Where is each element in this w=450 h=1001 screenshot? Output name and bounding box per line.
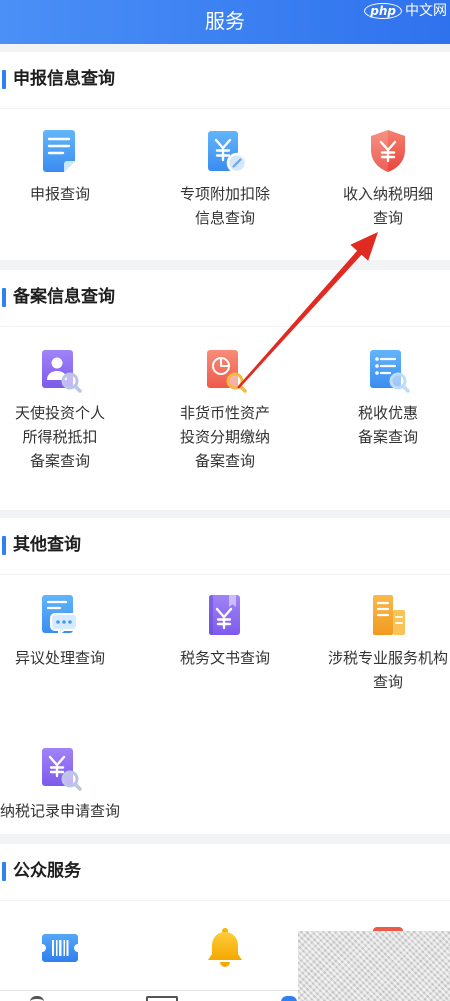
declaration-query-item[interactable]: 申报查询 (0, 128, 120, 206)
section-accent-bar (2, 70, 6, 89)
income-tax-shield-icon (365, 128, 411, 174)
item-label-line: 信息查询 (194, 209, 255, 227)
tax-record-application-query-item[interactable]: 纳税记录申请查询 (0, 745, 120, 823)
section-other-query: 其他查询 异议处理查询 税务文书查询 涉税专业服务机构 查询 纳税记录申请查询 (0, 518, 450, 834)
public-service-ticket-item[interactable] (0, 925, 120, 971)
tab-office-icon[interactable] (146, 996, 178, 1001)
tax-document-query-item[interactable]: 税务文书查询 (150, 592, 300, 670)
item-label-line: 投资分期缴纳 (179, 428, 270, 446)
item-label: 税收优惠 备案查询 (358, 401, 418, 449)
section-accent-bar (2, 862, 6, 881)
item-label: 税务文书查询 (180, 646, 270, 670)
item-label-line: 查询 (372, 673, 403, 691)
tax-preference-filing-item[interactable]: 税收优惠 备案查询 (326, 347, 450, 449)
section-divider (0, 900, 450, 901)
item-label-line: 备案查询 (357, 428, 418, 446)
yen-search-icon (37, 745, 83, 791)
section-divider (0, 108, 450, 109)
blurred-watermark-patch (298, 931, 450, 1001)
watermark-logo: php (364, 3, 402, 19)
income-tax-detail-query-item[interactable]: 收入纳税明细 查询 (326, 128, 450, 230)
public-service-notice-item[interactable] (150, 925, 300, 971)
item-label-line: 异议处理查询 (14, 649, 105, 667)
special-deduction-query-item[interactable]: 专项附加扣除 信息查询 (150, 128, 300, 230)
objection-handling-query-item[interactable]: 异议处理查询 (0, 592, 120, 670)
services-screen: 服务 php 中文网 申报信息查询 申报查询 专项附加扣除 信息查询 收入纳税明… (0, 0, 450, 1001)
ticket-barcode-icon (37, 925, 83, 971)
site-watermark: php 中文网 (364, 2, 447, 20)
bell-icon (202, 925, 248, 971)
tab-home-icon[interactable] (30, 996, 44, 1001)
item-label: 涉税专业服务机构 查询 (328, 646, 448, 694)
item-label-line: 备案查询 (194, 452, 255, 470)
item-label: 纳税记录申请查询 (0, 799, 120, 823)
angel-investment-filing-item[interactable]: 天使投资个人 所得税抵扣 备案查询 (0, 347, 120, 473)
item-label: 非货币性资产 投资分期缴纳 备案查询 (180, 401, 270, 473)
chat-document-icon (37, 592, 83, 638)
tax-agency-query-item[interactable]: 涉税专业服务机构 查询 (326, 592, 450, 694)
item-label-line: 税务文书查询 (179, 649, 270, 667)
item-label-line: 非货币性资产 (179, 404, 270, 422)
item-label: 天使投资个人 所得税抵扣 备案查询 (15, 401, 105, 473)
item-label-line: 收入纳税明细 (342, 185, 433, 203)
section-accent-bar (2, 288, 6, 307)
person-search-icon (37, 347, 83, 393)
section-accent-bar (2, 536, 6, 555)
section-title: 备案信息查询 (13, 287, 115, 307)
item-label-line: 涉税专业服务机构 (327, 649, 448, 667)
item-label-line: 查询 (372, 209, 403, 227)
item-label-line: 备案查询 (29, 452, 90, 470)
yen-book-icon (202, 592, 248, 638)
tab-services-icon[interactable] (281, 996, 297, 1001)
section-title: 其他查询 (13, 535, 81, 555)
watermark-text: 中文网 (405, 3, 447, 19)
top-nav-bar: 服务 php 中文网 (0, 0, 450, 44)
section-divider (0, 326, 450, 327)
item-label: 收入纳税明细 查询 (343, 182, 433, 230)
item-label-line: 申报查询 (29, 185, 90, 203)
section-divider (0, 574, 450, 575)
item-label-line: 天使投资个人 (14, 404, 105, 422)
section-filing-query: 备案信息查询 天使投资个人 所得税抵扣 备案查询 非货币性资产 投资分期缴纳 备… (0, 270, 450, 510)
item-label-line: 纳税记录申请查询 (0, 802, 121, 820)
item-label-line: 所得税抵扣 (22, 428, 98, 446)
document-icon (37, 128, 83, 174)
item-label: 申报查询 (30, 182, 90, 206)
section-declaration-query: 申报信息查询 申报查询 专项附加扣除 信息查询 收入纳税明细 查询 (0, 52, 450, 260)
item-label: 异议处理查询 (15, 646, 105, 670)
item-label-line: 专项附加扣除 (179, 185, 270, 203)
non-monetary-asset-filing-item[interactable]: 非货币性资产 投资分期缴纳 备案查询 (150, 347, 300, 473)
section-title: 公众服务 (13, 861, 81, 881)
special-deduction-icon (202, 128, 248, 174)
building-icon (365, 592, 411, 638)
item-label: 专项附加扣除 信息查询 (180, 182, 270, 230)
item-label-line: 税收优惠 (357, 404, 418, 422)
section-title: 申报信息查询 (13, 69, 115, 89)
pie-chart-search-icon (202, 347, 248, 393)
list-search-icon (365, 347, 411, 393)
